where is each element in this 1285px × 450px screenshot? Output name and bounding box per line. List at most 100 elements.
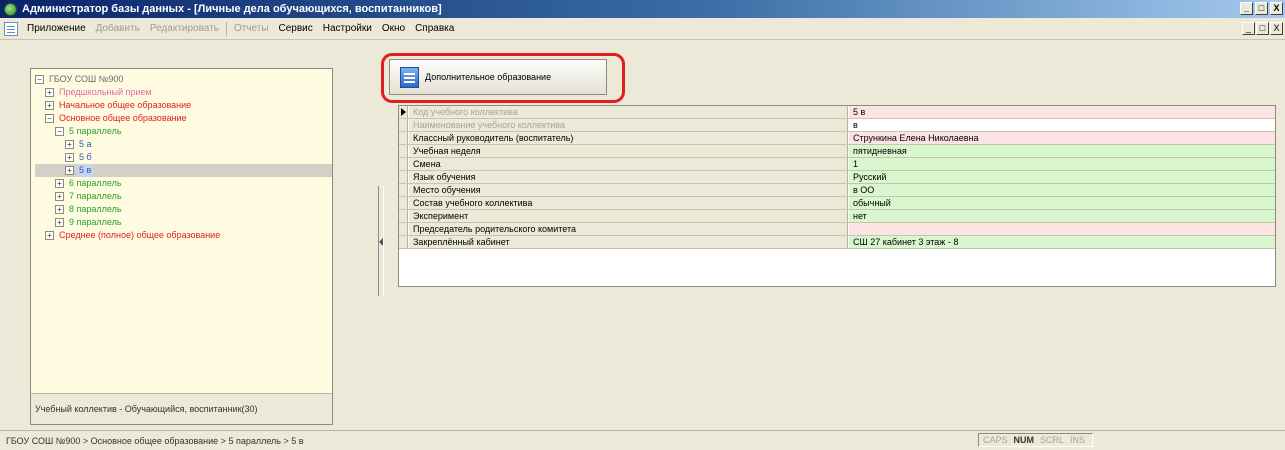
expand-icon[interactable]: + (45, 101, 54, 110)
collapse-icon[interactable]: − (55, 127, 64, 136)
grid-row[interactable]: Наименование учебного коллектива в (399, 119, 1275, 132)
menu-reports[interactable]: Отчеты (229, 23, 274, 34)
menu-edit[interactable]: Редактировать (145, 23, 224, 34)
tree-label: Начальное общее образование (59, 100, 192, 110)
row-header[interactable] (399, 119, 408, 131)
grid-row[interactable]: Место обучения в ОО (399, 184, 1275, 197)
row-header[interactable] (399, 132, 408, 144)
additional-education-button[interactable]: Дополнительное образование (389, 59, 607, 95)
row-header[interactable] (399, 210, 408, 222)
expand-icon[interactable]: + (45, 88, 54, 97)
grid-row[interactable]: Код учебного коллектива 5 в (399, 106, 1275, 119)
tree-item-selected[interactable]: + 5 в (35, 164, 332, 177)
scrl-indicator: SCRL (1040, 435, 1065, 445)
row-header[interactable] (399, 158, 408, 170)
document-icon[interactable] (4, 21, 18, 36)
tree-label: 5 б (79, 152, 92, 162)
menu-add[interactable]: Добавить (91, 23, 145, 34)
tree-label: Основное общее образование (59, 113, 187, 123)
expand-icon[interactable]: + (65, 140, 74, 149)
expand-icon[interactable]: + (45, 231, 54, 240)
tree-item[interactable]: + Среднее (полное) общее образование (35, 229, 332, 242)
tree-label: ГБОУ СОШ №900 (49, 74, 124, 84)
field-value[interactable]: СШ 27 кабинет 3 этаж - 8 (849, 236, 1275, 248)
expand-icon[interactable]: + (55, 179, 64, 188)
field-value[interactable]: 5 в (849, 106, 1275, 118)
tree-item[interactable]: + Начальное общее образование (35, 99, 332, 112)
field-value[interactable]: в (849, 119, 1275, 131)
tree-item[interactable]: + 7 параллель (35, 190, 332, 203)
field-label: Код учебного коллектива (409, 106, 848, 118)
expand-icon[interactable]: + (55, 192, 64, 201)
grid-row[interactable]: Смена 1 (399, 158, 1275, 171)
tree-item[interactable]: + Предшкольный прием (35, 86, 332, 99)
field-value[interactable]: обычный (849, 197, 1275, 209)
field-label: Эксперимент (409, 210, 848, 222)
grid-row[interactable]: Закреплённый кабинет СШ 27 кабинет 3 эта… (399, 236, 1275, 249)
field-label: Учебная неделя (409, 145, 848, 157)
field-value[interactable]: нет (849, 210, 1275, 222)
form-icon (400, 66, 419, 88)
tree-item[interactable]: − Основное общее образование (35, 112, 332, 125)
field-value[interactable]: в ОО (849, 184, 1275, 196)
grid-row[interactable]: Учебная неделя пятидневная (399, 145, 1275, 158)
tree-item[interactable]: + 5 а (35, 138, 332, 151)
field-value[interactable]: пятидневная (849, 145, 1275, 157)
close-button[interactable]: X (1270, 2, 1283, 15)
row-header[interactable] (399, 106, 408, 118)
panel-splitter[interactable] (378, 186, 384, 296)
menu-help[interactable]: Справка (410, 23, 459, 34)
field-value[interactable] (849, 223, 1275, 235)
keyboard-indicators: CAPS NUM SCRL INS (978, 433, 1093, 447)
grid-row[interactable]: Классный руководитель (воспитатель) Стру… (399, 132, 1275, 145)
menu-settings[interactable]: Настройки (318, 23, 377, 34)
mdi-minimize-button[interactable]: _ (1242, 22, 1255, 35)
grid-row[interactable]: Язык обучения Русский (399, 171, 1275, 184)
row-header[interactable] (399, 171, 408, 183)
tree-status-text: Учебный коллектив - Обучающийся, воспита… (31, 393, 332, 424)
tree-item[interactable]: + 6 параллель (35, 177, 332, 190)
menu-service[interactable]: Сервис (274, 23, 318, 34)
expand-icon[interactable]: + (65, 166, 74, 175)
field-value[interactable]: 1 (849, 158, 1275, 170)
expand-icon[interactable]: + (65, 153, 74, 162)
row-header[interactable] (399, 145, 408, 157)
collapse-icon[interactable]: − (35, 75, 44, 84)
menu-window[interactable]: Окно (377, 23, 410, 34)
additional-education-label: Дополнительное образование (425, 72, 552, 82)
tree-label: 7 параллель (69, 191, 122, 201)
tree-item[interactable]: + 8 параллель (35, 203, 332, 216)
app-icon (4, 2, 17, 16)
mdi-restore-button[interactable]: □ (1256, 22, 1269, 35)
tree-item[interactable]: + 5 б (35, 151, 332, 164)
grid-row[interactable]: Председатель родительского комитета (399, 223, 1275, 236)
tree-item[interactable]: − 5 параллель (35, 125, 332, 138)
tree-view[interactable]: − ГБОУ СОШ №900 + Предшкольный прием + Н… (31, 69, 332, 393)
row-header[interactable] (399, 236, 408, 248)
maximize-button[interactable]: □ (1255, 2, 1268, 15)
field-value[interactable]: Русский (849, 171, 1275, 183)
tree-label: Среднее (полное) общее образование (59, 230, 221, 240)
menu-application[interactable]: Приложение (22, 23, 91, 34)
field-value[interactable]: Стрункина Елена Николаевна (849, 132, 1275, 144)
field-label: Классный руководитель (воспитатель) (409, 132, 848, 144)
breadcrumb: ГБОУ СОШ №900 > Основное общее образован… (6, 436, 304, 446)
minimize-button[interactable]: _ (1240, 2, 1253, 15)
expand-icon[interactable]: + (55, 218, 64, 227)
collapse-arrow-icon[interactable] (379, 238, 383, 246)
expand-icon[interactable]: + (55, 205, 64, 214)
collapse-icon[interactable]: − (45, 114, 54, 123)
grid-row[interactable]: Состав учебного коллектива обычный (399, 197, 1275, 210)
tree-item[interactable]: + 9 параллель (35, 216, 332, 229)
grid-row[interactable]: Эксперимент нет (399, 210, 1275, 223)
row-header[interactable] (399, 197, 408, 209)
row-header[interactable] (399, 184, 408, 196)
tree-root[interactable]: − ГБОУ СОШ №900 (35, 73, 332, 86)
mdi-controls: _ □ X (1242, 22, 1283, 35)
tree-label: 6 параллель (69, 178, 122, 188)
field-label: Состав учебного коллектива (409, 197, 848, 209)
field-label: Язык обучения (409, 171, 848, 183)
field-label: Председатель родительского комитета (409, 223, 848, 235)
row-header[interactable] (399, 223, 408, 235)
mdi-close-button[interactable]: X (1270, 22, 1283, 35)
